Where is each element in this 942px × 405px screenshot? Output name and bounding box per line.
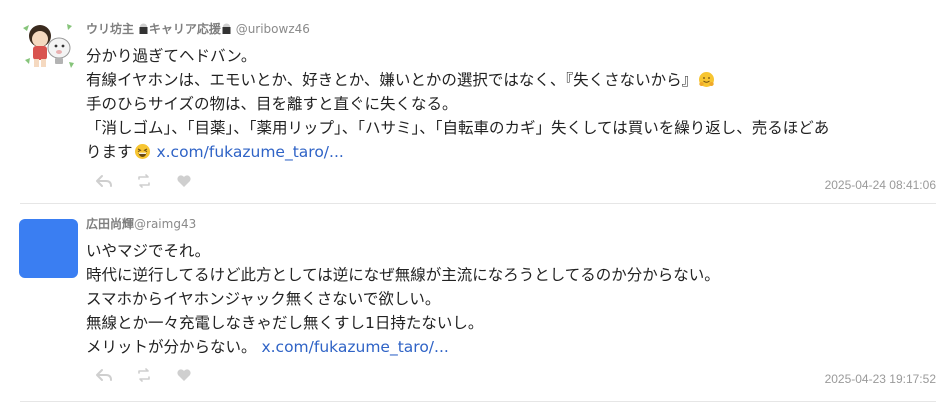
post-line: メリットが分からない。 x.com/fukazume_taro/... bbox=[86, 335, 720, 359]
post-actions bbox=[95, 366, 193, 384]
avatar[interactable] bbox=[19, 16, 78, 75]
post-line: 分かり過ぎてヘドバン。 bbox=[86, 44, 829, 68]
post-text: 手のひらサイズの物は、目を離すと直ぐに失くなる。 bbox=[86, 95, 458, 113]
post-body: 分かり過ぎてヘドバン。 有線イヤホンは、エモいとか、好きとか、嫌いとかの選択では… bbox=[86, 44, 829, 164]
post-divider bbox=[20, 401, 936, 402]
post-header: ウリ坊主 キャリア応援 @uribowz46 bbox=[86, 21, 310, 37]
author-handle[interactable]: @raimg43 bbox=[134, 217, 196, 231]
retweet-icon bbox=[138, 368, 150, 382]
reply-icon bbox=[96, 369, 112, 381]
post-line: 時代に逆行してるけど此方としては逆になぜ無線が主流になろうとしてるのか分からない… bbox=[86, 263, 720, 287]
post-header: 広田尚輝@raimg43 bbox=[86, 216, 196, 232]
like-button[interactable] bbox=[175, 172, 193, 190]
reply-icon bbox=[96, 175, 112, 187]
post-line: いやマジでそれ。 bbox=[86, 239, 720, 263]
post-link[interactable]: x.com/fukazume_taro/... bbox=[156, 143, 343, 161]
post-line: 「消しゴム」、「目薬」、「薬用リップ」、「ハサミ」、「自転車のカギ」失くしては買… bbox=[86, 116, 829, 140]
retweet-button[interactable] bbox=[135, 366, 153, 384]
post-text: ります bbox=[86, 143, 133, 161]
post-text: メリットが分からない。 bbox=[86, 338, 257, 356]
cartoon-avatar-icon bbox=[19, 16, 78, 75]
white-flag-icon bbox=[139, 23, 148, 34]
post-line: 有線イヤホンは、エモいとか、好きとか、嫌いとかの選択ではなく、『失くさないから』 bbox=[86, 68, 829, 92]
like-icon bbox=[177, 175, 191, 187]
post-text: 時代に逆行してるけど此方としては逆になぜ無線が主流になろうとしてるのか分からない… bbox=[86, 266, 720, 284]
post-card: ウリ坊主 キャリア応援 @uribowz46 分かり過ぎてヘドバン。 有線イヤホ… bbox=[0, 0, 942, 203]
post-text: 無線とか一々充電しなきゃだし無くすし1日持たないし。 bbox=[86, 314, 484, 332]
post-timestamp[interactable]: 2025-04-23 19:17:52 bbox=[825, 372, 936, 386]
post-link[interactable]: x.com/fukazume_taro/... bbox=[261, 338, 448, 356]
post-text: 分かり過ぎてヘドバン。 bbox=[86, 47, 257, 65]
grinning-squinting-emoji-icon bbox=[134, 144, 150, 159]
author-handle[interactable]: @uribowz46 bbox=[236, 22, 310, 36]
retweet-icon bbox=[138, 174, 150, 188]
post-text: 有線イヤホンは、エモいとか、好きとか、嫌いとかの選択ではなく、『失くさないから』 bbox=[86, 71, 698, 89]
post-body: いやマジでそれ。 時代に逆行してるけど此方としては逆になぜ無線が主流になろうとし… bbox=[86, 239, 720, 359]
post-line: スマホからイヤホンジャック無くさないで欲しい。 bbox=[86, 287, 720, 311]
like-icon bbox=[177, 369, 191, 381]
hugging-face-emoji-icon bbox=[699, 72, 715, 87]
post-text: 「消しゴム」、「目薬」、「薬用リップ」、「ハサミ」、「自転車のカギ」失くしては買… bbox=[86, 119, 830, 137]
avatar[interactable] bbox=[19, 219, 78, 278]
post-text: スマホからイヤホンジャック無くさないで欲しい。 bbox=[86, 290, 441, 308]
post-line: 無線とか一々充電しなきゃだし無くすし1日持たないし。 bbox=[86, 311, 720, 335]
post-card: 広田尚輝@raimg43 いやマジでそれ。 時代に逆行してるけど此方としては逆に… bbox=[0, 204, 942, 402]
timeline-feed: ウリ坊主 キャリア応援 @uribowz46 分かり過ぎてヘドバン。 有線イヤホ… bbox=[0, 0, 942, 405]
author-name[interactable]: 広田尚輝 bbox=[86, 217, 134, 231]
post-actions bbox=[95, 172, 193, 190]
reply-button[interactable] bbox=[95, 172, 113, 190]
post-line: ります x.com/fukazume_taro/... bbox=[86, 140, 829, 164]
white-flag-icon bbox=[222, 23, 231, 34]
post-timestamp[interactable]: 2025-04-24 08:41:06 bbox=[825, 178, 936, 192]
post-line: 手のひらサイズの物は、目を離すと直ぐに失くなる。 bbox=[86, 92, 829, 116]
like-button[interactable] bbox=[175, 366, 193, 384]
reply-button[interactable] bbox=[95, 366, 113, 384]
retweet-button[interactable] bbox=[135, 172, 153, 190]
post-text: いやマジでそれ。 bbox=[86, 242, 211, 260]
author-name[interactable]: ウリ坊主 bbox=[86, 22, 134, 36]
author-tag: キャリア応援 bbox=[148, 22, 221, 36]
